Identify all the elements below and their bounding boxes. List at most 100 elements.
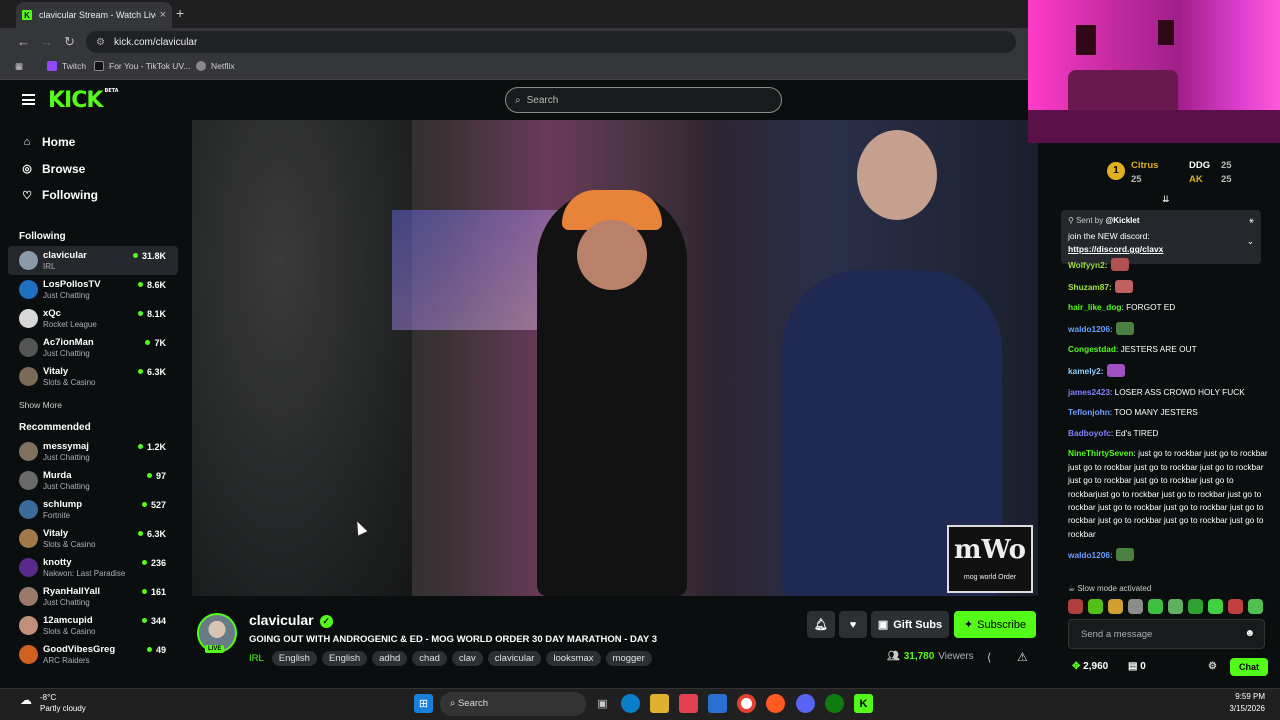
recommended-item[interactable]: GoodVibesGreg ARC Raiders 49 [8,640,178,669]
recommended-item[interactable]: knotty Nakwon: Last Paradise 236 [8,553,178,582]
following-item[interactable]: LosPollosTV Just Chatting 8.6K [8,275,178,304]
emote-9-icon[interactable] [1228,599,1243,614]
chat-panel: 1 Citrus 25 DDG 25 AK 25 ⇊ ⚲ Sent by @Ki… [1055,150,1280,688]
emote-2-icon[interactable] [1088,599,1103,614]
tab-close-icon[interactable]: × [160,9,166,21]
back-icon[interactable]: ← [17,34,30,49]
store-icon[interactable] [679,694,698,713]
emote-6-icon[interactable] [1168,599,1183,614]
emote-8-icon[interactable] [1208,599,1223,614]
emote-7-icon[interactable] [1188,599,1203,614]
send-chat-button[interactable]: Chat [1230,658,1268,676]
streamer-name[interactable]: clavicular ✓ [249,612,333,628]
recommended-item[interactable]: Vitaly Slots & Casino 6.3K [8,524,178,553]
bookmark-tiktok[interactable]: For You - TikTok UV... [94,61,190,71]
tag-chip[interactable]: English [321,651,368,666]
nav-following[interactable]: ♡ Following [8,182,178,209]
notification-bell-button[interactable]: 🔔︎ [807,611,835,638]
menu-icon[interactable] [22,94,35,105]
chat-username[interactable]: Badboyofc [1068,428,1111,438]
tag-chip[interactable]: mogger [605,651,652,666]
tag-chip[interactable]: looksmax [546,651,601,666]
recommended-item[interactable]: 12amcupid Slots & Casino 344 [8,611,178,640]
emote-1-icon[interactable] [1068,599,1083,614]
reload-icon[interactable]: ↻ [64,34,75,50]
site-info-icon[interactable]: ⚙ [96,37,105,48]
share-icon[interactable]: ⟨ [987,651,991,664]
recommended-item[interactable]: Murda Just Chatting 97 [8,466,178,495]
kick-logo[interactable]: KICK BETA [48,88,119,113]
category-link[interactable]: IRL [249,653,264,664]
tag-chip[interactable]: chad [412,651,447,666]
channel-category: Nakwon: Last Paradise [43,568,126,578]
show-more-link[interactable]: Show More [8,395,178,415]
chat-username[interactable]: kamely2: [1068,366,1104,376]
tag-chip[interactable]: adhd [372,651,408,666]
xbox-icon[interactable] [825,694,844,713]
file-explorer-icon[interactable] [650,694,669,713]
kick-app-icon[interactable]: K [854,694,873,713]
chrome-icon[interactable] [737,694,756,713]
video-player[interactable]: mWo mog world Order [192,120,1038,596]
forward-icon[interactable]: → [40,34,53,49]
address-bar[interactable]: ⚙ kick.com/clavicular [86,31,1016,53]
chat-username[interactable]: Congestdad [1068,344,1116,354]
following-item[interactable]: xQc Rocket League 8.1K [8,304,178,333]
bookmark-netflix[interactable]: Netflix [196,61,235,71]
count-display[interactable]: ▤ 0 [1128,661,1146,672]
expand-chevron-icon[interactable]: ⌄ [1247,236,1254,247]
mail-icon[interactable] [708,694,727,713]
discord-link[interactable]: https://discord.gg/clavx [1068,244,1254,254]
task-view-icon[interactable]: ▣ [593,694,612,713]
chat-username[interactable]: james2423 [1068,387,1110,397]
recommended-item[interactable]: messymaj Just Chatting 1.2K [8,437,178,466]
emote-10-icon[interactable] [1248,599,1263,614]
avatar [19,470,38,490]
nav-home[interactable]: ⌂ Home [8,129,178,156]
tag-chip[interactable]: English [271,651,317,666]
video-face-center [577,220,647,290]
chat-username[interactable]: Shuzam87: [1068,282,1112,292]
recommended-item[interactable]: RyanHallYall Just Chatting 161 [8,582,178,611]
unpin-icon[interactable]: ⚹ [1249,215,1254,226]
system-clock[interactable]: 9:59 PM 3/15/2026 [1229,691,1265,715]
recommended-item[interactable]: schlump Fortnite 527 [8,495,178,524]
chat-username[interactable]: NineThirtySeven [1068,448,1133,458]
tag-chip[interactable]: clavicular [487,651,542,666]
following-item[interactable]: Ac7ionMan Just Chatting 7K [8,333,178,362]
chat-username[interactable]: waldo1206: [1068,550,1113,560]
chat-username[interactable]: hair_like_dog [1068,302,1122,312]
nav-browse[interactable]: ◎ Browse [8,156,178,183]
taskbar-search[interactable]: ⌕ Search [440,692,586,716]
subscribe-button[interactable]: ✦ Subscribe [954,611,1036,638]
gift-subs-button[interactable]: ▣ Gift Subs [871,611,949,638]
new-tab-button[interactable]: + [176,5,184,21]
bookmark-twitch[interactable]: Twitch [47,61,86,71]
slow-mode-notice: ☕︎ Slow mode activated [1068,584,1152,593]
collapse-chevron-icon[interactable]: ⇊ [1162,194,1170,205]
report-icon[interactable]: ⚠ [1017,650,1028,664]
points-display[interactable]: ✥ 2,960 [1072,661,1108,672]
chat-username[interactable]: Wolfyyn2: [1068,260,1108,270]
app-icon[interactable] [766,694,785,713]
chat-username[interactable]: waldo1206: [1068,324,1113,334]
following-item[interactable]: clavicular IRL 31.8K [8,245,178,275]
chat-username[interactable]: Teflonjohn [1068,407,1110,417]
emote-3-icon[interactable] [1108,599,1123,614]
search-input[interactable]: ⌕ Search [505,87,782,113]
follow-heart-button[interactable]: ♥ [839,611,867,638]
discord-icon[interactable] [796,694,815,713]
edge-icon[interactable] [621,694,640,713]
following-item[interactable]: Vitaly Slots & Casino 6.3K [8,362,178,391]
emoji-icon[interactable]: ☻ [1244,628,1255,639]
emote-5-icon[interactable] [1148,599,1163,614]
chat-input[interactable]: Send a message ☻ [1068,619,1265,649]
emote-4-icon[interactable] [1128,599,1143,614]
windows-start-icon[interactable]: ⊞ [414,694,433,713]
tag-chip[interactable]: clav [451,651,483,666]
taskbar: ☁ -8°C Partly cloudy ⊞ ⌕ Search ▣ K 9:59 … [0,688,1280,720]
apps-icon[interactable]: ▦ [15,61,23,72]
channel-category: Rocket League [43,319,97,329]
browser-tab[interactable]: K clavicular Stream - Watch Live o × [16,2,172,28]
settings-gear-icon[interactable]: ⚙ [1208,661,1217,672]
